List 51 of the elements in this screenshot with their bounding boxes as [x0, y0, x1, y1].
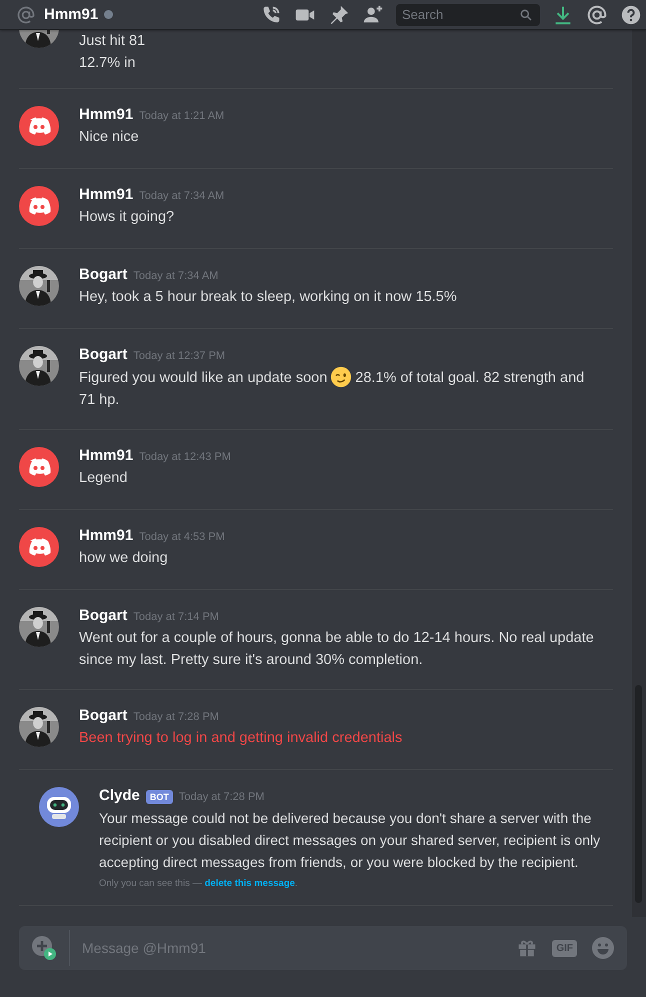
at-icon	[16, 4, 36, 24]
message-text: Legend	[79, 469, 128, 488]
timestamp: Today at 7:34 AM	[139, 190, 224, 202]
search-field[interactable]: Search	[396, 4, 540, 26]
robot-avatar	[39, 787, 79, 827]
message-text: how we doing	[79, 549, 169, 568]
author-name[interactable]: Clyde	[99, 787, 140, 804]
help-icon[interactable]	[620, 4, 642, 26]
author-name[interactable]: Bogart	[79, 607, 128, 624]
message-text: 71 hp.	[79, 391, 120, 410]
timestamp: Today at 4:53 PM	[139, 531, 225, 543]
add-attachment-icon[interactable]	[31, 935, 57, 961]
channel-name: Hmm91	[44, 6, 98, 23]
delete-message-link[interactable]: delete this message	[204, 878, 295, 889]
search-icon	[519, 8, 533, 22]
message-text: 28.1% of total goal. 82 strength and	[355, 370, 584, 386]
timestamp: Today at 7:14 PM	[133, 611, 219, 623]
author-name[interactable]: Hmm91	[79, 186, 134, 203]
pin-icon[interactable]	[328, 4, 350, 26]
timestamp: Today at 1:21 AM	[139, 110, 224, 122]
message-text: Been trying to log in and getting invalid credentials	[79, 729, 404, 748]
author-name[interactable]: Hmm91	[79, 106, 134, 123]
scrollbar-track[interactable]	[632, 30, 646, 917]
author-name[interactable]: Hmm91	[79, 447, 134, 464]
timestamp: Today at 7:34 AM	[133, 270, 218, 282]
author-name[interactable]: Bogart	[79, 707, 128, 724]
note-period: .	[294, 878, 298, 889]
timestamp: Today at 7:28 PM	[133, 711, 219, 723]
timestamp: Today at 7:28 PM	[178, 791, 264, 803]
message-text: Went out for a couple of hours, gonna be able to do 12-14 hours. No real update since my last. Pretty sure it's around 30% completion.	[79, 629, 595, 670]
discord-logo-avatar	[19, 186, 59, 226]
discord-logo-avatar	[19, 527, 59, 567]
message-text: Nice nice	[79, 128, 140, 147]
add-friend-icon[interactable]	[362, 4, 384, 26]
winking-face-icon	[330, 366, 352, 388]
bot-tag: BOT	[146, 790, 173, 804]
author-name[interactable]: Bogart	[79, 266, 128, 283]
ephemeral-note: Only you can see this —	[99, 878, 202, 889]
mention-icon[interactable]	[586, 4, 608, 26]
author-name[interactable]: Bogart	[79, 346, 128, 363]
timestamp: Today at 12:43 PM	[139, 451, 231, 463]
timestamp: Today at 12:37 PM	[133, 350, 226, 362]
message-text: Hows it going?	[79, 208, 176, 227]
message-text: 12.7% in	[79, 54, 136, 73]
message-text: Hey, took a 5 hour break to sleep, working on it now 15.5%	[79, 288, 458, 307]
discord-logo-avatar	[19, 447, 59, 487]
discord-logo-avatar	[19, 106, 59, 146]
message-text: Figured you would like an update soon	[79, 370, 328, 386]
message-text: Your message could not be delivered because you don't share a server with the recipient or you disabled direct messages on your shared server, recipient is only accepting direct messages from friends, or you were blocked by the recipient.	[99, 809, 602, 872]
message-text: Just hit 81	[79, 32, 146, 51]
author-name[interactable]: Hmm91	[79, 527, 134, 544]
